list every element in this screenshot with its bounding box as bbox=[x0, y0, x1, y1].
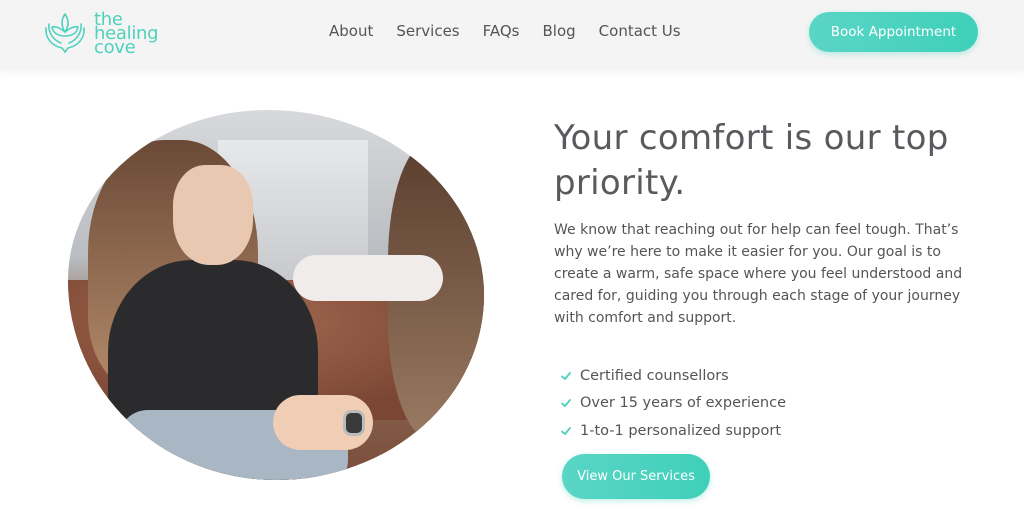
list-item: 1-to-1 personalized support bbox=[560, 417, 786, 445]
check-icon bbox=[560, 425, 572, 437]
list-item: Over 15 years of experience bbox=[560, 390, 786, 418]
hero-paragraph: We know that reaching out for help can f… bbox=[554, 222, 963, 326]
feature-label: 1-to-1 personalized support bbox=[580, 422, 782, 439]
nav-link-about[interactable]: About bbox=[329, 22, 373, 40]
nav-link-contact[interactable]: Contact Us bbox=[599, 22, 681, 40]
check-icon bbox=[560, 370, 572, 382]
hero-headline: Your comfort is our top priority. bbox=[554, 118, 949, 203]
photo-woman-face bbox=[173, 165, 253, 265]
nav-link-blog[interactable]: Blog bbox=[543, 22, 576, 40]
main-nav: About Services FAQs Blog Contact Us bbox=[329, 22, 704, 40]
logo-wordmark: the healing cove bbox=[94, 11, 159, 57]
list-item: Certified counsellors bbox=[560, 362, 786, 390]
photo-counsellor-arm bbox=[293, 255, 443, 301]
hero-photo bbox=[68, 110, 484, 480]
nav-link-services[interactable]: Services bbox=[396, 22, 459, 40]
nav-link-faqs[interactable]: FAQs bbox=[483, 22, 520, 40]
hands-lotus-icon bbox=[40, 8, 90, 60]
book-appointment-button[interactable]: Book Appointment bbox=[809, 12, 978, 52]
site-header: the healing cove About Services FAQs Blo… bbox=[0, 0, 1024, 70]
feature-label: Over 15 years of experience bbox=[580, 395, 787, 412]
feature-label: Certified counsellors bbox=[580, 367, 729, 384]
photo-watch bbox=[343, 410, 365, 436]
view-services-button[interactable]: View Our Services bbox=[562, 454, 710, 499]
check-icon bbox=[560, 397, 572, 409]
feature-list: Certified counsellors Over 15 years of e… bbox=[560, 362, 786, 445]
site-logo[interactable]: the healing cove bbox=[40, 8, 159, 60]
